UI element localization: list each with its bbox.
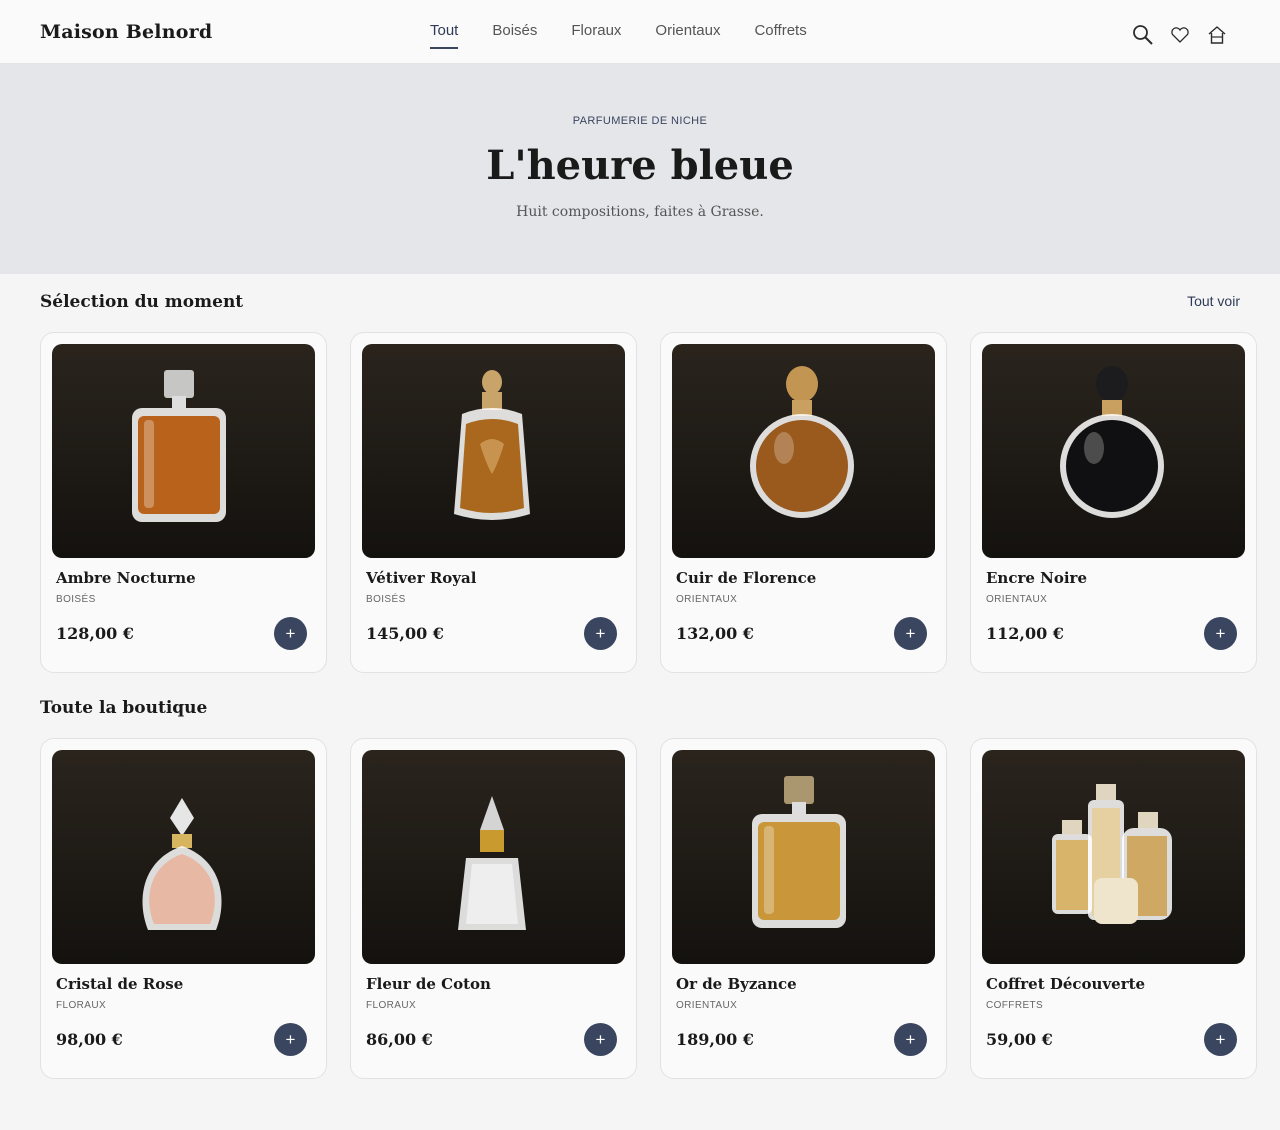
perfume-bottle-illustration bbox=[1060, 366, 1164, 518]
product-price: 98,00 € bbox=[56, 1030, 123, 1049]
search-icon[interactable] bbox=[1131, 23, 1155, 47]
hero-banner: PARFUMERIE DE NICHE L'heure bleue Huit c… bbox=[0, 64, 1280, 274]
product-name[interactable]: Coffret Découverte bbox=[986, 975, 1145, 993]
product-card[interactable]: Ambre Nocturne BOISÉS 128,00 € + bbox=[40, 332, 327, 673]
nav-tab-3[interactable]: Orientaux bbox=[655, 22, 720, 49]
product-image[interactable] bbox=[362, 344, 625, 558]
product-card[interactable]: Or de Byzance ORIENTAUX 189,00 € + bbox=[660, 738, 947, 1079]
add-to-cart-button[interactable]: + bbox=[274, 617, 307, 650]
add-to-cart-button[interactable]: + bbox=[584, 617, 617, 650]
product-name[interactable]: Vétiver Royal bbox=[366, 569, 476, 587]
product-category: ORIENTAUX bbox=[986, 594, 1048, 605]
add-to-cart-button[interactable]: + bbox=[894, 617, 927, 650]
add-to-cart-button[interactable]: + bbox=[274, 1023, 307, 1056]
product-name[interactable]: Fleur de Coton bbox=[366, 975, 491, 993]
product-category: BOISÉS bbox=[56, 594, 96, 605]
product-name[interactable]: Cuir de Florence bbox=[676, 569, 816, 587]
add-to-cart-button[interactable]: + bbox=[894, 1023, 927, 1056]
product-name[interactable]: Cristal de Rose bbox=[56, 975, 183, 993]
perfume-bottle-illustration bbox=[1052, 784, 1172, 924]
nav-tab-2[interactable]: Floraux bbox=[571, 22, 621, 49]
featured-product-grid: Ambre Nocturne BOISÉS 128,00 € + Vétiver… bbox=[40, 332, 1257, 673]
product-price: 86,00 € bbox=[366, 1030, 433, 1049]
product-category: FLORAUX bbox=[56, 1000, 107, 1011]
perfume-bottle-illustration bbox=[750, 366, 854, 518]
product-card[interactable]: Fleur de Coton FLORAUX 86,00 € + bbox=[350, 738, 637, 1079]
home-icon[interactable] bbox=[1205, 23, 1229, 47]
product-image[interactable] bbox=[362, 750, 625, 964]
perfume-bottle-illustration bbox=[132, 370, 226, 522]
see-all-link[interactable]: Tout voir bbox=[1187, 293, 1240, 309]
nav-tab-1[interactable]: Boisés bbox=[492, 22, 537, 49]
product-card[interactable]: Coffret Découverte COFFRETS 59,00 € + bbox=[970, 738, 1257, 1079]
add-to-cart-button[interactable]: + bbox=[1204, 1023, 1237, 1056]
product-image[interactable] bbox=[672, 344, 935, 558]
product-category: ORIENTAUX bbox=[676, 1000, 738, 1011]
header-actions bbox=[1131, 23, 1242, 47]
product-category: COFFRETS bbox=[986, 1000, 1044, 1011]
product-image[interactable] bbox=[52, 750, 315, 964]
product-card[interactable]: Cristal de Rose FLORAUX 98,00 € + bbox=[40, 738, 327, 1079]
featured-section-title: Sélection du moment bbox=[40, 292, 244, 312]
product-image[interactable] bbox=[52, 344, 315, 558]
catalog-product-grid: Cristal de Rose FLORAUX 98,00 € + Fleur … bbox=[40, 738, 1257, 1079]
product-image[interactable] bbox=[672, 750, 935, 964]
product-category: BOISÉS bbox=[366, 594, 406, 605]
product-image[interactable] bbox=[982, 344, 1245, 558]
perfume-bottle-illustration bbox=[752, 776, 846, 928]
hero-title: L'heure bleue bbox=[486, 142, 794, 189]
product-price: 128,00 € bbox=[56, 624, 134, 643]
product-image[interactable] bbox=[982, 750, 1245, 964]
product-name[interactable]: Ambre Nocturne bbox=[56, 569, 196, 587]
perfume-bottle-illustration bbox=[142, 798, 222, 930]
brand-logo[interactable]: Maison Belnord bbox=[40, 21, 212, 43]
product-name[interactable]: Or de Byzance bbox=[676, 975, 797, 993]
hero-subtitle: Huit compositions, faites à Grasse. bbox=[516, 204, 764, 220]
product-price: 132,00 € bbox=[676, 624, 754, 643]
perfume-bottle-illustration bbox=[454, 370, 530, 520]
top-bar: Maison Belnord Tout Boisés Floraux Orientau… bbox=[0, 0, 1280, 64]
product-category: ORIENTAUX bbox=[676, 594, 738, 605]
catalog-section-title: Toute la boutique bbox=[40, 698, 208, 718]
product-card[interactable]: Cuir de Florence ORIENTAUX 132,00 € + bbox=[660, 332, 947, 673]
product-category: FLORAUX bbox=[366, 1000, 417, 1011]
product-price: 189,00 € bbox=[676, 1030, 754, 1049]
nav-tab-4[interactable]: Coffrets bbox=[754, 22, 806, 49]
product-card[interactable]: Encre Noire ORIENTAUX 112,00 € + bbox=[970, 332, 1257, 673]
product-price: 145,00 € bbox=[366, 624, 444, 643]
add-to-cart-button[interactable]: + bbox=[1204, 617, 1237, 650]
nav-tab-0[interactable]: Tout bbox=[430, 22, 459, 49]
product-name[interactable]: Encre Noire bbox=[986, 569, 1087, 587]
product-card[interactable]: Vétiver Royal BOISÉS 145,00 € + bbox=[350, 332, 637, 673]
product-price: 59,00 € bbox=[986, 1030, 1053, 1049]
heart-icon[interactable] bbox=[1168, 23, 1192, 47]
product-price: 112,00 € bbox=[986, 624, 1064, 643]
add-to-cart-button[interactable]: + bbox=[584, 1023, 617, 1056]
perfume-bottle-illustration bbox=[458, 796, 526, 930]
hero-kicker: PARFUMERIE DE NICHE bbox=[572, 115, 708, 127]
category-nav: Tout Boisés Floraux Orientaux Coffrets bbox=[430, 22, 841, 49]
